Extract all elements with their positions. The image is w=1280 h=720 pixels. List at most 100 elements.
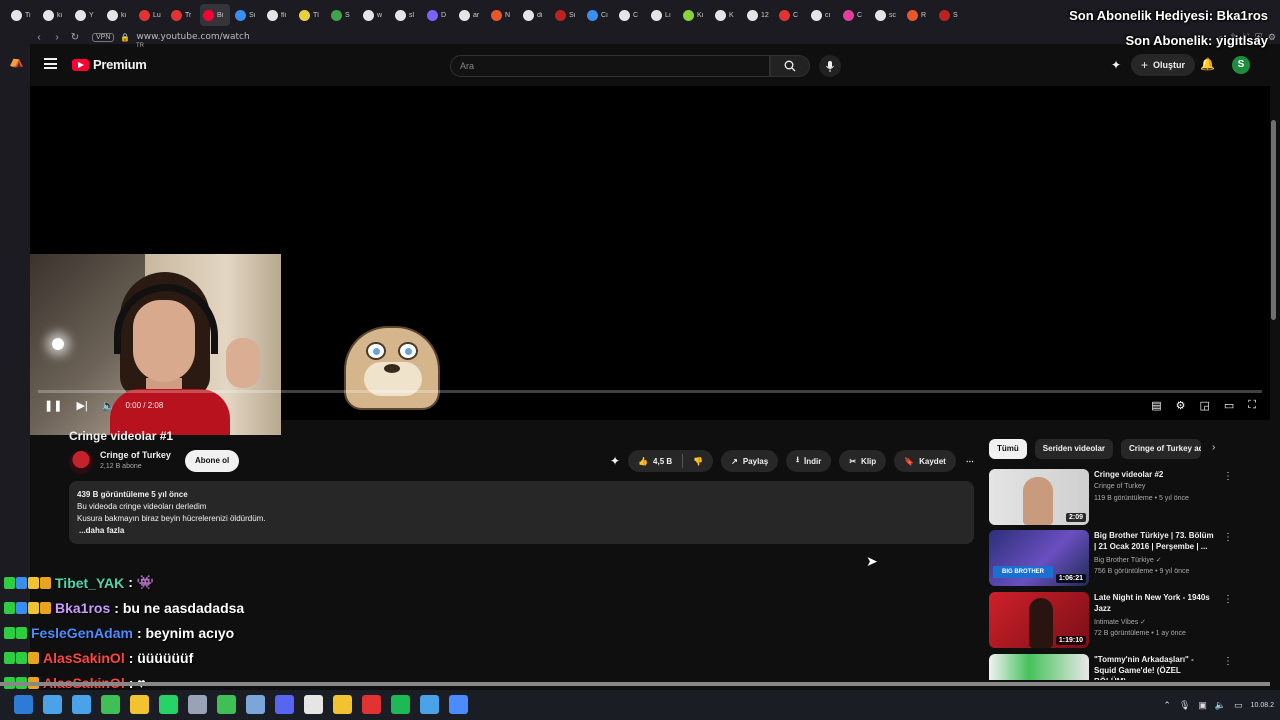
kebab-menu-icon[interactable]: ⋮ bbox=[1223, 471, 1233, 482]
browser-tab[interactable]: sc bbox=[872, 4, 902, 26]
taskbar-app-icon[interactable] bbox=[246, 695, 265, 714]
browser-tab[interactable]: ki bbox=[40, 4, 70, 26]
video-thumbnail[interactable]: BIG BROTHER 1:06:21 bbox=[989, 530, 1089, 586]
microphone-icon[interactable]: 🎙 bbox=[1179, 700, 1190, 711]
taskbar-app-icon[interactable] bbox=[304, 695, 323, 714]
back-icon[interactable]: ‹ bbox=[30, 32, 48, 43]
browser-tab[interactable]: ar bbox=[456, 4, 486, 26]
premium-star-icon[interactable]: ✦ bbox=[610, 454, 620, 468]
settings-gear-icon[interactable]: ⚙ bbox=[1176, 399, 1186, 412]
related-video[interactable]: 1:19:10 Late Night in New York - 1940s J… bbox=[989, 592, 1235, 648]
related-video[interactable]: BIG BROTHER 1:06:21 Big Brother Türkiye … bbox=[989, 530, 1235, 586]
kebab-menu-icon[interactable]: ⋮ bbox=[1223, 594, 1233, 605]
taskbar-app-icon[interactable] bbox=[14, 695, 33, 714]
reload-icon[interactable]: ↻ bbox=[66, 32, 84, 43]
youtube-logo[interactable]: Premium bbox=[72, 57, 147, 72]
browser-tab[interactable]: w bbox=[360, 4, 390, 26]
more-actions-button[interactable]: ⋯ bbox=[964, 450, 976, 472]
address-bar[interactable]: www.youtube.com/watch bbox=[136, 32, 249, 42]
save-button[interactable]: 🔖 Kaydet bbox=[894, 450, 956, 472]
browser-tab[interactable]: Sı bbox=[232, 4, 262, 26]
browser-tab[interactable]: C bbox=[616, 4, 646, 26]
taskbar-app-icon[interactable] bbox=[449, 695, 468, 714]
taskbar-app-icon[interactable] bbox=[420, 695, 439, 714]
browser-tab[interactable]: cı bbox=[808, 4, 838, 26]
horizontal-scrollbar[interactable] bbox=[0, 682, 1270, 686]
related-title[interactable]: Late Night in New York - 1940s Jazz bbox=[1094, 592, 1214, 614]
channel-avatar[interactable] bbox=[69, 450, 93, 474]
taskbar-app-icon[interactable] bbox=[275, 695, 294, 714]
kebab-menu-icon[interactable]: ⋮ bbox=[1223, 656, 1233, 667]
clip-button[interactable]: ✂ Klip bbox=[839, 450, 887, 472]
premium-star-icon[interactable]: ✦ bbox=[1111, 58, 1121, 72]
browser-tab[interactable]: Kı bbox=[680, 4, 710, 26]
page-scrollbar[interactable] bbox=[1271, 120, 1276, 320]
volume-icon[interactable]: 🔈 bbox=[1215, 700, 1226, 711]
related-title[interactable]: Big Brother Türkiye | 73. Bölüm | 21 Oca… bbox=[1094, 530, 1214, 552]
browser-tab[interactable]: C bbox=[840, 4, 870, 26]
taskbar-app-icon[interactable] bbox=[333, 695, 352, 714]
taskbar-app-icon[interactable] bbox=[188, 695, 207, 714]
browser-tab[interactable]: R bbox=[904, 4, 934, 26]
channel-name[interactable]: Cringe of Turkey bbox=[100, 450, 171, 460]
taskbar-app-icon[interactable] bbox=[391, 695, 410, 714]
browser-tab[interactable]: sl bbox=[392, 4, 422, 26]
aria-icon[interactable]: ⛺ bbox=[9, 54, 24, 68]
dislike-button[interactable]: 👎 bbox=[683, 457, 713, 466]
voice-search-button[interactable] bbox=[819, 55, 841, 77]
browser-tab[interactable]: Lı bbox=[648, 4, 678, 26]
browser-tab[interactable]: S bbox=[328, 4, 358, 26]
account-avatar[interactable]: S bbox=[1232, 56, 1250, 74]
browser-tab[interactable]: di bbox=[520, 4, 550, 26]
clock[interactable]: 10.08.2 bbox=[1251, 702, 1274, 709]
fullscreen-icon[interactable]: ⛶ bbox=[1248, 399, 1256, 412]
browser-tab[interactable]: Y bbox=[72, 4, 102, 26]
extensions-icon[interactable]: ⚙ bbox=[1268, 32, 1276, 43]
search-input[interactable]: Ara bbox=[450, 55, 770, 77]
notifications-bell-icon[interactable]: 🔔 bbox=[1200, 57, 1215, 71]
pause-icon[interactable]: ❚❚ bbox=[44, 399, 62, 412]
chip-series[interactable]: Seriden videolar bbox=[1034, 439, 1114, 459]
battery-icon[interactable]: ▭ bbox=[1234, 700, 1243, 711]
taskbar-app-icon[interactable] bbox=[130, 695, 149, 714]
chip-channel[interactable]: Cringe of Turkey adlı bbox=[1121, 439, 1202, 459]
progress-bar[interactable] bbox=[38, 390, 1262, 393]
vpn-badge[interactable]: VPN bbox=[92, 32, 115, 42]
create-button[interactable]: + Oluştur bbox=[1131, 54, 1196, 76]
browser-tab[interactable]: S bbox=[936, 4, 966, 26]
search-button[interactable] bbox=[770, 55, 810, 77]
browser-tab[interactable]: Bi bbox=[200, 4, 230, 26]
related-channel[interactable]: Intimate Vibes ✓ bbox=[1094, 618, 1146, 626]
like-button[interactable]: 👍 4,5 B bbox=[628, 457, 682, 466]
browser-tab[interactable]: fli bbox=[264, 4, 294, 26]
video-player[interactable]: ❚❚ ▶| 🔈 0:00 / 2:08 ▤ ⚙ ◲ ▭ ⛶ bbox=[30, 86, 1270, 435]
browser-tab[interactable]: 12 bbox=[744, 4, 774, 26]
browser-tab[interactable]: Tl bbox=[296, 4, 326, 26]
taskbar-app-icon[interactable] bbox=[217, 695, 236, 714]
network-icon[interactable]: ▣ bbox=[1198, 700, 1207, 711]
video-description[interactable]: 439 B görüntüleme 5 yıl önce Bu videoda … bbox=[69, 481, 974, 544]
chevron-right-icon[interactable]: › bbox=[1212, 442, 1215, 453]
related-channel[interactable]: Cringe of Turkey bbox=[1094, 483, 1145, 490]
related-title[interactable]: Cringe videolar #2 bbox=[1094, 469, 1214, 480]
share-button[interactable]: ↗ Paylaş bbox=[721, 450, 779, 472]
video-thumbnail[interactable]: 2:09 bbox=[989, 469, 1089, 525]
browser-tab[interactable]: N bbox=[488, 4, 518, 26]
taskbar-app-icon[interactable] bbox=[362, 695, 381, 714]
chip-all[interactable]: Tümü bbox=[989, 439, 1027, 459]
related-channel[interactable]: Big Brother Türkiye ✓ bbox=[1094, 556, 1162, 564]
taskbar-app-icon[interactable] bbox=[101, 695, 120, 714]
browser-tab[interactable]: D bbox=[424, 4, 454, 26]
forward-icon[interactable]: › bbox=[48, 32, 66, 43]
show-more-link[interactable]: ...daha fazla bbox=[77, 525, 966, 537]
browser-tab[interactable]: Lu bbox=[136, 4, 166, 26]
taskbar-app-icon[interactable] bbox=[72, 695, 91, 714]
browser-tab[interactable]: K bbox=[712, 4, 742, 26]
browser-tab[interactable]: C bbox=[776, 4, 806, 26]
subtitles-icon[interactable]: ▤ bbox=[1151, 399, 1161, 412]
browser-tab[interactable]: Sı bbox=[552, 4, 582, 26]
menu-icon[interactable] bbox=[44, 58, 57, 69]
browser-tab[interactable]: Ti bbox=[8, 4, 38, 26]
taskbar-app-icon[interactable] bbox=[159, 695, 178, 714]
video-thumbnail[interactable]: 1:19:10 bbox=[989, 592, 1089, 648]
